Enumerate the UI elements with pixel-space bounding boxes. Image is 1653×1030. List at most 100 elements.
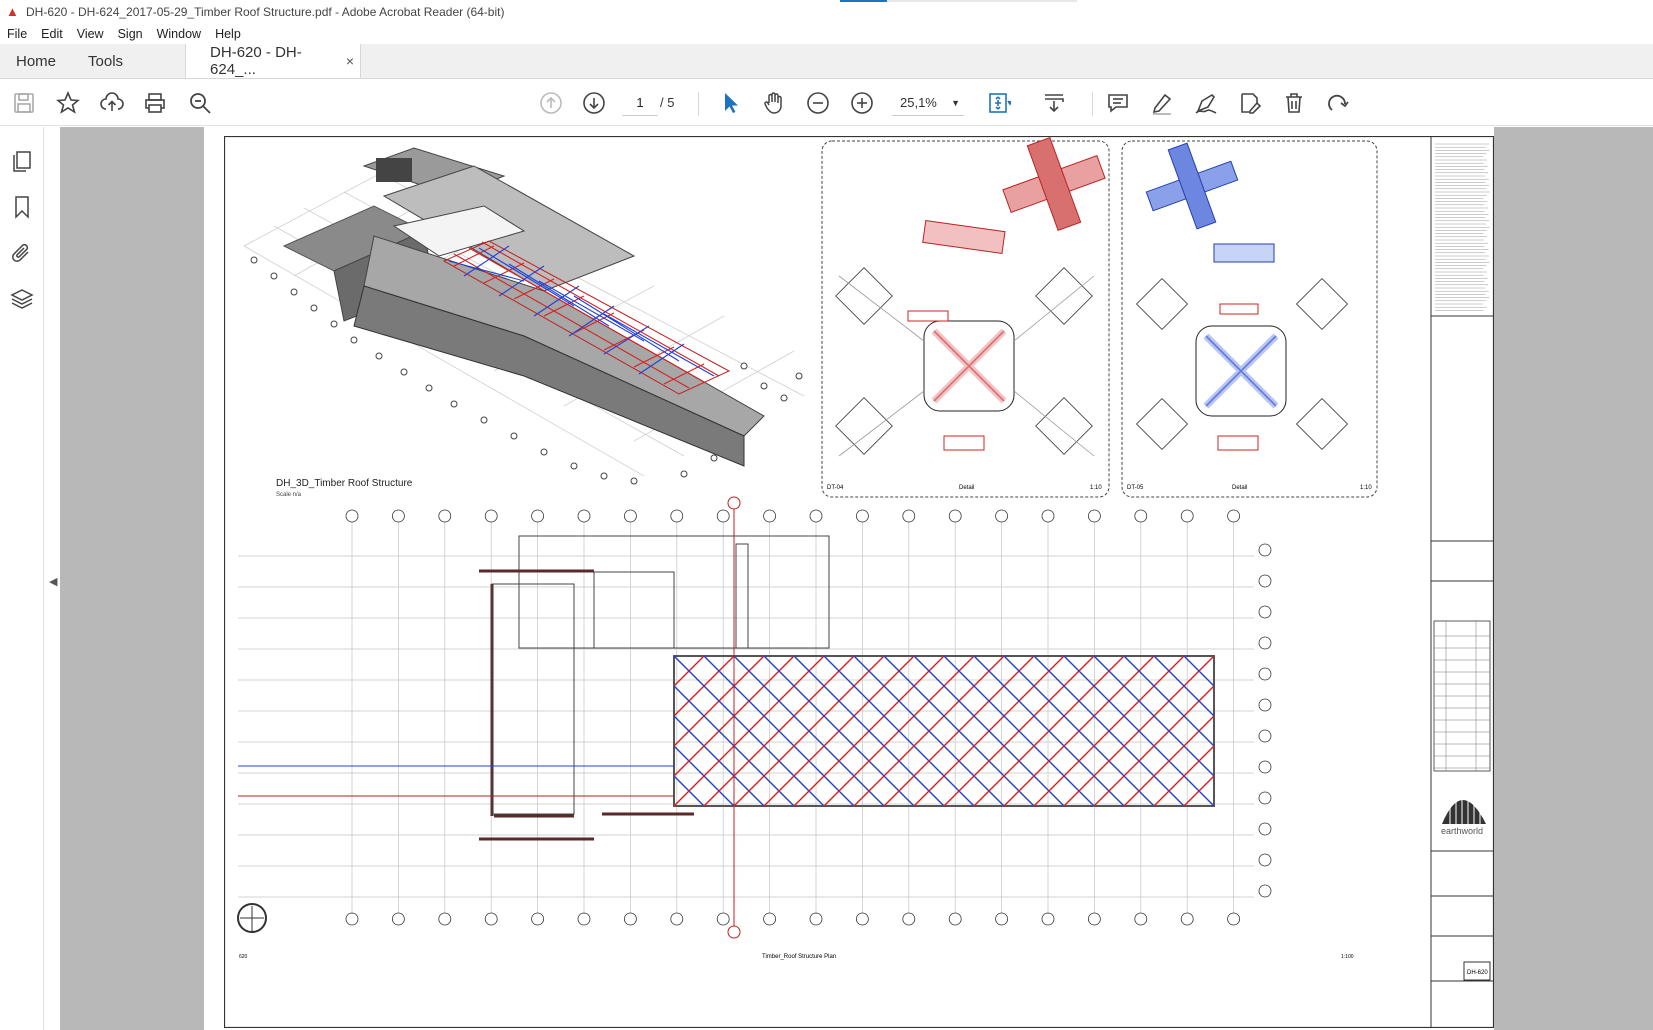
collapse-pane-icon[interactable]: ◀ [49, 575, 57, 588]
detail-right-id: DT-05 [1127, 485, 1144, 491]
grid-bubble-top [577, 509, 591, 523]
tab-bar: Home Tools DH-620 - DH-624_... × [0, 44, 1653, 79]
lattice-member-blue [1274, 656, 1424, 806]
comment-icon[interactable] [1102, 87, 1134, 119]
menu-bar: File Edit View Sign Window Help [0, 24, 1653, 44]
next-page-icon[interactable] [578, 87, 610, 119]
zoom-level-select[interactable]: 25,1% ▼ [892, 90, 964, 116]
fill-sign-icon[interactable] [1234, 87, 1266, 119]
menu-edit[interactable]: Edit [34, 27, 70, 41]
grid-bubble-bottom [577, 912, 591, 926]
grid-bubble-bottom [438, 912, 452, 926]
zoom-out-icon[interactable] [802, 87, 834, 119]
grid-bubble-bottom [1041, 912, 1055, 926]
title-block: earthworld DH-620 [1431, 143, 1494, 982]
navigation-pane [0, 127, 44, 1030]
3d-view: DH_3D_Timber Roof Structure Scale n/a [243, 147, 805, 498]
grid-bubble-top [438, 509, 452, 523]
highlight-icon[interactable] [1146, 87, 1178, 119]
grid-bubble-right [1258, 698, 1272, 712]
roof-structure-plan: 620 Timber_Roof Structure Plan 1:100 [237, 496, 1484, 960]
grid-bubble-bottom [345, 912, 359, 926]
earthworld-logo: earthworld [1441, 786, 1486, 836]
detail-right-label: Detail [1232, 485, 1247, 491]
tab-document-label: DH-620 - DH-624_... [210, 44, 302, 78]
plan-number: 620 [239, 954, 248, 960]
grid-bubble-top [670, 509, 684, 523]
menu-file[interactable]: File [0, 27, 34, 41]
tab-tools-label: Tools [88, 52, 124, 70]
detail-dt-05: DT-05 Detail 1:10 [1121, 140, 1378, 498]
grid-bubble-right [1258, 760, 1272, 774]
save-icon[interactable] [8, 87, 40, 119]
grid-bubble-top [484, 509, 498, 523]
tab-home[interactable]: Home [0, 44, 72, 78]
grid-bubble-top [995, 509, 1008, 523]
attachments-panel-icon[interactable] [10, 241, 34, 265]
close-tab-icon[interactable]: × [346, 53, 354, 69]
grid-bubble-bottom [484, 912, 498, 926]
grid-bubble-right [1258, 853, 1272, 867]
lattice-member-blue [1213, 656, 1214, 657]
plan-title: Timber_Roof Structure Plan [762, 954, 836, 960]
grid-bubble-bottom [531, 912, 545, 926]
3d-view-scale: Scale n/a [276, 492, 302, 498]
acrobat-app-icon: ▲ [6, 4, 19, 19]
scroll-mode-icon[interactable] [1038, 87, 1070, 119]
zoom-level-value: 25,1% [900, 95, 937, 110]
grid-bubble-right [1258, 605, 1272, 619]
grid-bubble-right [1258, 729, 1272, 743]
grid-bubble-top [345, 509, 359, 523]
layers-panel-icon[interactable] [10, 287, 34, 311]
grid-bubble-top [1134, 509, 1148, 523]
menu-help[interactable]: Help [208, 27, 248, 41]
detail-left-id: DT-04 [827, 485, 844, 491]
rotate-icon[interactable] [1322, 87, 1354, 119]
select-cursor-icon[interactable] [715, 87, 747, 119]
grid-bubble-right [1258, 791, 1272, 805]
detail-left-label: Detail [959, 485, 974, 491]
menu-view[interactable]: View [70, 27, 111, 41]
main-toolbar: 1 / 5 25,1% ▼ [0, 80, 1653, 126]
grid-bubble-bottom [1134, 912, 1148, 926]
grid-bubble-top [531, 509, 545, 523]
grid-bubble-top [948, 509, 962, 523]
sign-icon[interactable] [1190, 87, 1222, 119]
tab-tools[interactable]: Tools [72, 44, 139, 78]
delete-icon[interactable] [1278, 87, 1310, 119]
detail-right-scale: 1:10 [1360, 485, 1372, 491]
upload-cloud-icon[interactable] [96, 87, 128, 119]
grid-bubble-top [1227, 509, 1240, 523]
grid-bubble-right [1258, 636, 1272, 650]
grid-bubble-top [902, 509, 916, 523]
grid-bubble-right [1258, 884, 1272, 898]
bookmark-star-icon[interactable] [52, 87, 84, 119]
menu-sign[interactable]: Sign [111, 27, 150, 41]
grid-bubble-top [809, 509, 823, 523]
title-accent-grey [887, 0, 1077, 2]
print-icon[interactable] [139, 87, 171, 119]
fit-page-icon[interactable] [983, 87, 1015, 119]
tab-document[interactable]: DH-620 - DH-624_... × [185, 44, 362, 78]
menu-window[interactable]: Window [150, 27, 208, 41]
sheet-id: DH-620 [1467, 970, 1488, 976]
grid-bubble-top [623, 509, 637, 523]
plan-scale: 1:100 [1341, 954, 1354, 960]
hand-tool-icon[interactable] [758, 87, 790, 119]
pages-panel-icon[interactable] [10, 149, 34, 173]
bookmarks-panel-icon[interactable] [10, 195, 34, 219]
grid-bubble-bottom [1088, 912, 1101, 926]
zoom-in-icon[interactable] [846, 87, 878, 119]
chevron-down-icon: ▼ [951, 98, 960, 108]
page-number-input[interactable]: 1 [622, 90, 658, 116]
detail-left-scale: 1:10 [1090, 485, 1102, 491]
window-title: DH-620 - DH-624_2017-05-29_Timber Roof S… [26, 5, 505, 19]
grid-bubble-bottom [1227, 912, 1240, 926]
lattice-member-red [1334, 656, 1484, 806]
search-zoom-icon[interactable] [184, 87, 216, 119]
toolbar-divider [698, 92, 699, 116]
grid-bubble-top [1088, 509, 1101, 523]
prev-page-icon[interactable] [535, 87, 567, 119]
grid-bubble-right [1258, 543, 1272, 557]
title-bar: ▲ DH-620 - DH-624_2017-05-29_Timber Roof… [0, 0, 1653, 24]
